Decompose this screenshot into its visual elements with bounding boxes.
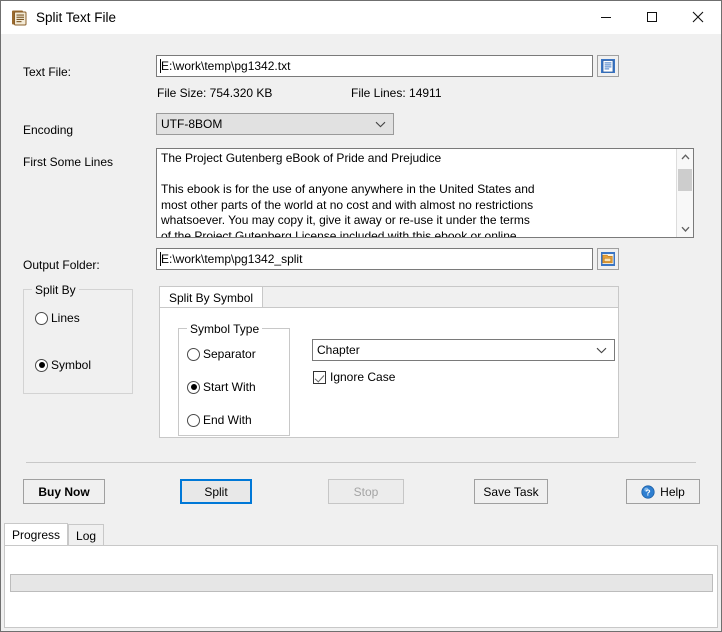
save-task-button[interactable]: Save Task — [474, 479, 548, 504]
help-question-icon: ? — [641, 485, 655, 499]
tab-log[interactable]: Log — [68, 524, 104, 546]
first-lines-scrollbar[interactable] — [676, 149, 693, 237]
encoding-select[interactable]: UTF-8BOM — [156, 113, 394, 135]
close-icon — [692, 11, 704, 23]
first-lines-label: First Some Lines — [23, 155, 113, 169]
scroll-down-icon[interactable] — [677, 221, 693, 237]
progress-tab-page — [4, 545, 718, 628]
main-form: Text File: E:\work\temp\pg1342.txt File … — [1, 34, 721, 521]
save-task-label: Save Task — [483, 485, 538, 499]
text-file-value: E:\work\temp\pg1342.txt — [161, 59, 290, 73]
radio-split-by-lines[interactable]: Lines — [35, 311, 80, 325]
split-label: Split — [204, 485, 227, 499]
radio-dot-icon — [187, 381, 200, 394]
radio-end-with[interactable]: End With — [187, 413, 252, 427]
radio-label: Separator — [203, 347, 256, 361]
chevron-down-icon — [596, 343, 607, 357]
bottom-tab-panel: Progress Log — [1, 521, 721, 631]
output-folder-value: E:\work\temp\pg1342_split — [161, 252, 302, 266]
symbol-select[interactable]: Chapter — [312, 339, 615, 361]
first-lines-value: The Project Gutenberg eBook of Pride and… — [161, 151, 671, 238]
window-title: Split Text File — [36, 10, 116, 25]
scrollbar-thumb[interactable] — [678, 169, 692, 191]
output-folder-browse-button[interactable] — [597, 248, 619, 270]
encoding-label: Encoding — [23, 123, 73, 137]
stop-label: Stop — [354, 485, 379, 499]
maximize-button[interactable] — [629, 1, 675, 33]
radio-separator[interactable]: Separator — [187, 347, 256, 361]
split-by-groupbox: Split By Lines Symbol — [23, 289, 133, 394]
tab-label: Split By Symbol — [169, 291, 253, 305]
minimize-icon — [600, 11, 612, 23]
ignore-case-checkbox[interactable]: Ignore Case — [313, 370, 395, 384]
tab-label: Progress — [12, 528, 60, 542]
ignore-case-label: Ignore Case — [330, 370, 395, 384]
buy-now-button[interactable]: Buy Now — [23, 479, 105, 504]
symbol-value: Chapter — [317, 343, 360, 357]
tab-label: Log — [76, 529, 96, 543]
buy-now-label: Buy Now — [38, 485, 89, 499]
text-file-browse-button[interactable] — [597, 55, 619, 77]
split-button[interactable]: Split — [180, 479, 252, 504]
svg-text:?: ? — [646, 487, 651, 497]
radio-label: Lines — [51, 311, 80, 325]
file-size-text: File Size: 754.320 KB — [157, 86, 272, 100]
help-button[interactable]: ? Help — [626, 479, 700, 504]
window-controls — [583, 1, 721, 33]
radio-split-by-symbol[interactable]: Symbol — [35, 358, 91, 372]
title-bar: Split Text File — [1, 1, 721, 34]
text-file-label: Text File: — [23, 65, 71, 79]
radio-dot-icon — [35, 359, 48, 372]
bottom-tab-strip: Progress Log — [4, 524, 104, 546]
progress-bar — [10, 574, 713, 592]
radio-dot-icon — [35, 312, 48, 325]
close-button[interactable] — [675, 1, 721, 33]
output-folder-label: Output Folder: — [23, 258, 100, 272]
minimize-button[interactable] — [583, 1, 629, 33]
symbol-type-groupbox: Symbol Type Separator Start With End Wit… — [178, 328, 290, 436]
radio-label: Symbol — [51, 358, 91, 372]
checkbox-check-icon — [313, 371, 326, 384]
file-lines-text: File Lines: 14911 — [351, 86, 442, 100]
radio-dot-icon — [187, 414, 200, 427]
divider — [26, 462, 696, 463]
output-folder-input[interactable]: E:\work\temp\pg1342_split — [156, 248, 593, 270]
help-label: Help — [660, 485, 685, 499]
tab-progress[interactable]: Progress — [4, 523, 68, 546]
chevron-down-icon — [375, 117, 386, 131]
radio-label: End With — [203, 413, 252, 427]
tab-page-split-by-symbol: Symbol Type Separator Start With End Wit… — [159, 307, 619, 438]
radio-dot-icon — [187, 348, 200, 361]
maximize-icon — [646, 11, 658, 23]
symbol-type-title: Symbol Type — [187, 322, 262, 336]
tab-split-by-symbol[interactable]: Split By Symbol — [159, 286, 263, 308]
first-lines-textarea[interactable]: The Project Gutenberg eBook of Pride and… — [156, 148, 694, 238]
split-by-title: Split By — [32, 283, 79, 297]
file-browse-icon — [600, 58, 616, 74]
stop-button: Stop — [328, 479, 404, 504]
folder-browse-icon — [600, 251, 616, 267]
document-stack-icon — [11, 9, 28, 26]
encoding-value: UTF-8BOM — [161, 117, 222, 131]
radio-label: Start With — [203, 380, 256, 394]
split-text-file-window: Split Text File Text File: E: — [0, 0, 722, 632]
scroll-up-icon[interactable] — [677, 149, 693, 165]
split-by-symbol-tabcontrol: Split By Symbol Symbol Type Separator St… — [159, 286, 619, 438]
text-file-input[interactable]: E:\work\temp\pg1342.txt — [156, 55, 593, 77]
radio-start-with[interactable]: Start With — [187, 380, 256, 394]
